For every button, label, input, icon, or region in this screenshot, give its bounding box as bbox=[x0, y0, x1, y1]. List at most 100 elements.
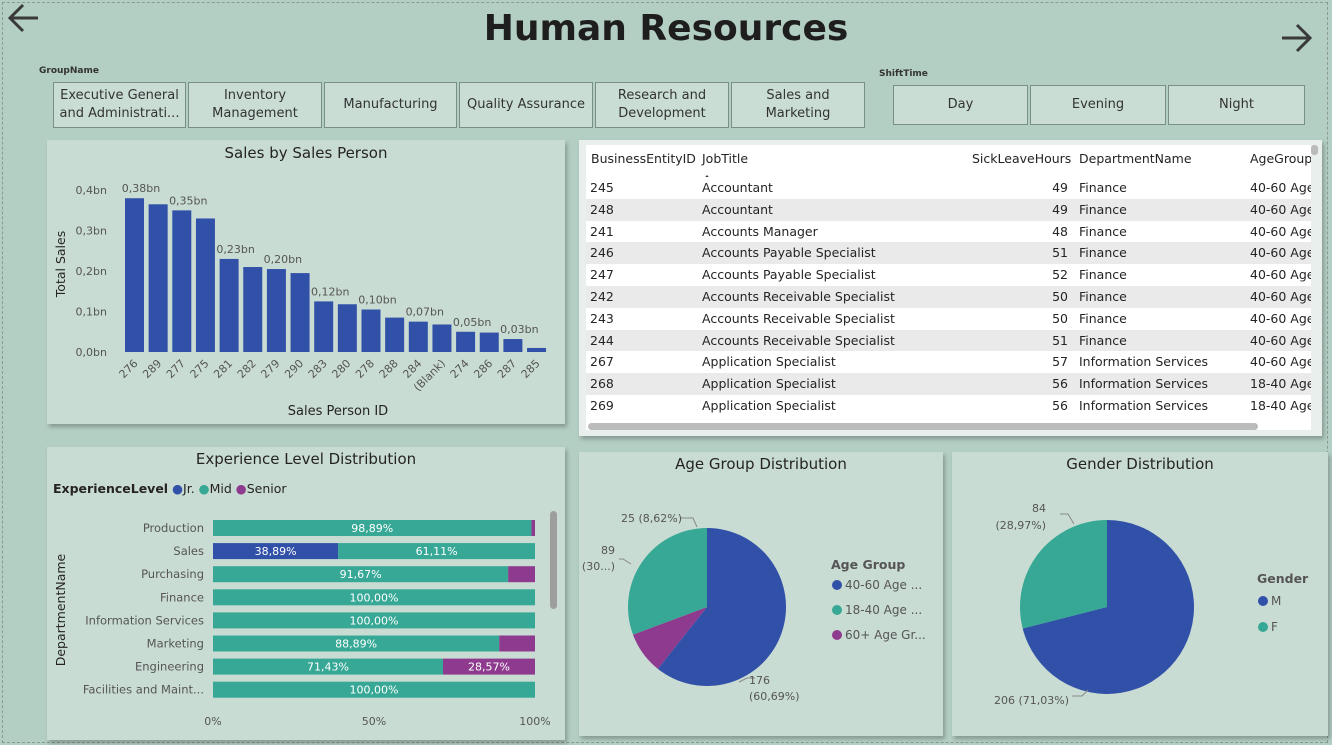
legend-dot bbox=[1258, 622, 1268, 632]
x-tick-label: 285 bbox=[519, 357, 543, 381]
age-group-panel[interactable]: Age Group Distribution 176 (60,69%) 89 (30.… bbox=[579, 452, 943, 736]
bar bbox=[385, 317, 405, 352]
bar bbox=[361, 309, 381, 352]
bar bbox=[527, 347, 547, 352]
x-tick-label: 289 bbox=[140, 357, 164, 381]
data-label: 61,11% bbox=[416, 545, 458, 558]
group-slicer-label: GroupName bbox=[39, 66, 99, 76]
bar bbox=[195, 218, 215, 352]
x-tick-label: 277 bbox=[164, 357, 188, 381]
data-label: 176 bbox=[749, 674, 770, 687]
table-cell: 268 bbox=[590, 376, 614, 392]
group-slicer-item[interactable]: Quality Assurance bbox=[459, 82, 593, 128]
shift-slicer-item[interactable]: Night bbox=[1168, 85, 1305, 125]
vertical-scrollbar[interactable] bbox=[1311, 145, 1318, 155]
group-slicer-item[interactable]: Manufacturing bbox=[324, 82, 457, 128]
table-cell: Accountant bbox=[702, 201, 773, 217]
shift-slicer-item[interactable]: Day bbox=[893, 85, 1028, 125]
table-row[interactable]: 244 Accounts Receivable Specialist 51 Finan… bbox=[586, 329, 1311, 352]
data-label: 88,89% bbox=[335, 638, 377, 651]
table-cell: 40-60 Age bbox=[1250, 180, 1311, 195]
table-cell: 49 bbox=[1052, 180, 1068, 195]
table-cell: Application Specialist bbox=[702, 354, 836, 370]
column-header-agegroup[interactable]: AgeGroup bbox=[1250, 145, 1311, 175]
table-row[interactable]: 243 Accounts Receivable Specialist 50 Finan… bbox=[586, 307, 1311, 330]
group-slicer-item[interactable]: Executive General and Administrati... bbox=[53, 82, 186, 128]
group-slicer-item[interactable]: Sales and Marketing bbox=[731, 82, 865, 128]
data-label: 0,35bn bbox=[169, 194, 207, 207]
table-cell: 267 bbox=[590, 354, 614, 370]
table-cell: Finance bbox=[1079, 310, 1127, 326]
bar-segment bbox=[499, 635, 535, 652]
table-row[interactable]: 247 Accounts Payable Specialist 52 Finance 4… bbox=[586, 264, 1311, 286]
horizontal-scrollbar[interactable] bbox=[588, 423, 1258, 430]
table-cell: Accounts Manager bbox=[702, 223, 818, 239]
x-tick-label: 290 bbox=[282, 357, 306, 381]
table-row[interactable]: 246 Accounts Payable Specialist 51 Finance 4… bbox=[586, 242, 1311, 265]
employee-table[interactable]: BusinessEntityID JobTitle SickLeaveHours… bbox=[586, 145, 1311, 430]
table-cell: 18-40 Age bbox=[1250, 398, 1311, 413]
group-slicer-item[interactable]: Research and Development bbox=[595, 82, 729, 128]
y-tick-label: Production bbox=[143, 521, 204, 535]
vertical-scrollbar[interactable] bbox=[550, 511, 557, 609]
legend-title: Gender bbox=[1257, 571, 1309, 586]
gender-panel[interactable]: Gender Distribution 206 (71,03%) 84 (28,97… bbox=[952, 452, 1328, 736]
y-tick-label: 0,2bn bbox=[76, 265, 107, 278]
table-cell: Accounts Payable Specialist bbox=[702, 245, 876, 261]
experience-stacked-bar-chart: DepartmentName Production 98,89% Sales 38,89… bbox=[53, 520, 551, 728]
legend-label: 18-40 Age ... bbox=[845, 603, 922, 617]
table-cell: 247 bbox=[590, 267, 614, 283]
table-cell: 244 bbox=[590, 332, 614, 348]
sales-by-person-panel[interactable]: Sales by Sales Person 0,0bn 0,1bn 0,2bn 0,3… bbox=[47, 140, 565, 424]
x-tick-label: 50% bbox=[362, 715, 386, 728]
bar-segment bbox=[531, 520, 535, 536]
table-body: 245 Accountant 49 Finance 40-60 Age 248 Accoun… bbox=[586, 177, 1311, 417]
legend-label: F bbox=[1271, 620, 1278, 634]
experience-level-panel[interactable]: Experience Level Distribution Experience… bbox=[47, 447, 565, 740]
table-cell: 50 bbox=[1052, 310, 1068, 326]
table-cell: 56 bbox=[1052, 398, 1068, 413]
data-label: 91,67% bbox=[340, 568, 382, 581]
table-row[interactable]: 245 Accountant 49 Finance 40-60 Age bbox=[586, 177, 1311, 199]
bar bbox=[314, 301, 334, 352]
table-cell: 243 bbox=[590, 310, 614, 326]
legend-dot bbox=[832, 580, 842, 590]
bar bbox=[432, 324, 452, 352]
shift-slicer-item[interactable]: Evening bbox=[1030, 85, 1166, 125]
table-row[interactable]: 269 Application Specialist 56 Information S… bbox=[586, 395, 1311, 417]
x-tick-label: 286 bbox=[471, 357, 495, 381]
table-cell: Accountant bbox=[702, 180, 773, 195]
table-row[interactable]: 248 Accountant 49 Finance 40-60 Age bbox=[586, 198, 1311, 221]
x-tick-label: 275 bbox=[188, 357, 212, 381]
table-cell: Finance bbox=[1079, 332, 1127, 348]
column-header-departmentname[interactable]: DepartmentName bbox=[1079, 145, 1192, 175]
x-tick-label: 288 bbox=[377, 357, 401, 381]
table-row[interactable]: 268 Application Specialist 56 Information S… bbox=[586, 373, 1311, 395]
table-cell: 241 bbox=[590, 223, 614, 239]
table-cell: Application Specialist bbox=[702, 398, 836, 413]
bar bbox=[243, 267, 263, 352]
data-label: 100,00% bbox=[350, 684, 399, 697]
x-tick-label: 274 bbox=[448, 357, 472, 381]
legend-dot bbox=[1258, 596, 1268, 606]
table-cell: 40-60 Age bbox=[1250, 223, 1311, 239]
y-tick-label: 0,4bn bbox=[76, 184, 107, 197]
column-header-sickleavehours[interactable]: SickLeaveHours bbox=[972, 145, 1071, 175]
table-row[interactable]: 241 Accounts Manager 48 Finance 40-60 Age bbox=[586, 220, 1311, 243]
table-row[interactable]: 242 Accounts Receivable Specialist 50 Finan… bbox=[586, 286, 1311, 308]
table-cell: 40-60 Age bbox=[1250, 267, 1311, 283]
table-cell: 56 bbox=[1052, 376, 1068, 392]
table-cell: 248 bbox=[590, 201, 614, 217]
table-cell: Finance bbox=[1079, 223, 1127, 239]
age-pie-chart: 176 (60,69%) 89 (30...) 25 (8,62%) Age Group 4… bbox=[582, 512, 926, 703]
group-slicer-item[interactable]: Inventory Management bbox=[188, 82, 322, 128]
table-cell: Finance bbox=[1079, 201, 1127, 217]
table-cell: 40-60 Age bbox=[1250, 289, 1311, 304]
data-label: 28,57% bbox=[468, 661, 510, 674]
table-row[interactable]: 267 Application Specialist 57 Information S… bbox=[586, 351, 1311, 374]
table-cell: Information Services bbox=[1079, 376, 1209, 392]
table-cell: Accounts Receivable Specialist bbox=[702, 332, 895, 348]
data-label: 0,03bn bbox=[500, 323, 538, 336]
table-cell: 57 bbox=[1052, 354, 1068, 370]
column-header-businessentityid[interactable]: BusinessEntityID bbox=[591, 145, 696, 175]
